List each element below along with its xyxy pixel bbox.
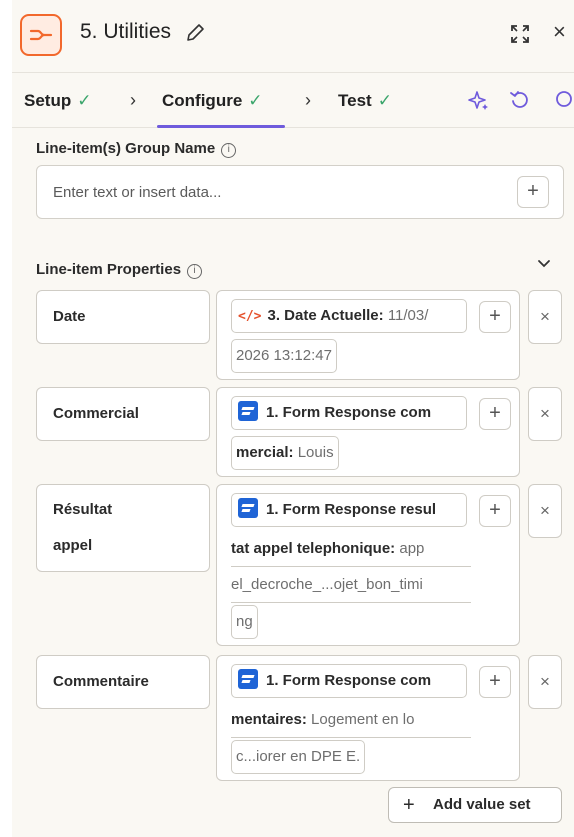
token-value-cont: el_decroche_...ojet_bon_timi (231, 576, 423, 593)
tab-test-label: Test (338, 91, 372, 110)
insert-data-button[interactable]: + (479, 301, 511, 333)
active-tab-indicator (157, 125, 285, 128)
tab-setup-label: Setup (24, 91, 72, 110)
line-item-properties-label: Line-item Properties i (36, 261, 203, 279)
token-value: Louis (297, 444, 334, 461)
insert-data-button[interactable]: + (479, 398, 511, 430)
add-value-set-button[interactable]: + Add value set (388, 787, 562, 823)
token-continuation: 2026 13:12:47 (231, 339, 337, 373)
step-title: 5. Utilities (80, 20, 172, 43)
check-icon: ✓ (377, 91, 392, 110)
tab-setup[interactable]: Setup ✓ (24, 91, 91, 111)
line-item-properties-label-text: Line-item Properties (36, 261, 182, 278)
check-icon: ✓ (248, 91, 263, 110)
token-label-cont: mentaires: (231, 711, 307, 728)
undo-icon[interactable] (509, 89, 531, 111)
token-continuation: mercial: Louis (231, 436, 339, 470)
token-label-cont: tat appel telephonique: (231, 540, 396, 557)
token-value: app (399, 540, 425, 557)
add-value-set-label: Add value set (433, 796, 531, 813)
chevron-right-icon: › (130, 90, 136, 110)
info-icon[interactable]: i (187, 264, 203, 279)
panel-header: 5. Utilities × (12, 0, 574, 72)
form-app-icon (238, 669, 258, 689)
insert-data-button[interactable]: + (479, 666, 511, 698)
tab-test[interactable]: Test ✓ (338, 91, 392, 111)
group-name-placeholder: Enter text or insert data... (53, 184, 222, 201)
property-key-text: Commercial (53, 405, 139, 422)
token-label-cont: mercial: (236, 444, 294, 461)
property-key-date[interactable]: Date (36, 290, 210, 344)
step-tabs: Setup ✓ › Configure ✓ › Test ✓ (12, 72, 574, 128)
property-key-text: Commentaire (53, 673, 149, 690)
property-key-text: Résultat (53, 501, 113, 518)
chevron-right-icon: › (305, 90, 311, 110)
form-app-icon (238, 498, 258, 518)
edit-pencil-icon[interactable] (184, 22, 206, 44)
property-key-text: appel (53, 537, 93, 554)
tab-configure[interactable]: Configure ✓ (162, 91, 263, 111)
group-name-label-text: Line-item(s) Group Name (36, 140, 216, 157)
token-continuation: el_decroche_...ojet_bon_timi (231, 569, 471, 603)
property-key-text: Date (53, 308, 86, 325)
sparkle-ai-icon[interactable] (468, 89, 490, 111)
expand-icon[interactable] (510, 24, 530, 44)
insert-data-button[interactable]: + (479, 495, 511, 527)
property-key-resultat-appel[interactable]: Résultat appel (36, 484, 210, 572)
search-icon[interactable] (552, 89, 574, 111)
token-continuation: c...iorer en DPE E. (231, 740, 366, 774)
tab-configure-label: Configure (162, 91, 243, 110)
token-value-cont: ng (236, 613, 253, 630)
property-value-date[interactable]: </> 3. Date Actuelle: 11/03/ 2026 13:12:4… (216, 290, 520, 380)
delete-row-button[interactable]: × (528, 655, 562, 709)
data-token-date[interactable]: </> 3. Date Actuelle: 11/03/ (231, 299, 467, 333)
property-value-commercial[interactable]: 1. Form Response com mercial: Louis + (216, 387, 520, 477)
chevron-down-icon[interactable] (536, 256, 552, 272)
token-continuation: ng (231, 605, 258, 639)
split-path-icon (29, 29, 53, 41)
token-value: 11/03/ (387, 307, 429, 324)
delete-row-button[interactable]: × (528, 290, 562, 344)
token-value-cont: 2026 13:12:47 (236, 347, 332, 364)
property-key-commercial[interactable]: Commercial (36, 387, 210, 441)
token-label: 3. Date Actuelle: (267, 307, 384, 324)
data-token-commentaire[interactable]: 1. Form Response com (231, 664, 467, 698)
delete-row-button[interactable]: × (528, 387, 562, 441)
info-icon[interactable]: i (221, 143, 237, 158)
insert-data-button[interactable]: + (517, 176, 549, 208)
property-value-resultat-appel[interactable]: 1. Form Response resul tat appel telepho… (216, 484, 520, 646)
data-token-commercial[interactable]: 1. Form Response com (231, 396, 467, 430)
token-value-cont: c...iorer en DPE E. (236, 748, 361, 765)
form-app-icon (238, 401, 258, 421)
utilities-panel: 5. Utilities × Setup ✓ › Configure ✓ › Tes… (12, 0, 574, 837)
token-continuation: mentaires: Logement en lo (231, 704, 471, 738)
group-name-label: Line-item(s) Group Name i (36, 140, 237, 158)
utilities-app-icon (20, 14, 62, 56)
token-label: 1. Form Response com (266, 404, 432, 421)
property-value-commentaire[interactable]: 1. Form Response com mentaires: Logement… (216, 655, 520, 781)
token-value: Logement en lo (311, 711, 415, 728)
token-label: 1. Form Response com (266, 672, 432, 689)
plus-icon: + (403, 794, 415, 816)
check-icon: ✓ (77, 91, 92, 110)
close-icon[interactable]: × (553, 21, 566, 43)
delete-row-button[interactable]: × (528, 484, 562, 538)
code-icon: </> (238, 309, 262, 324)
group-name-input[interactable]: Enter text or insert data... + (36, 165, 564, 219)
property-key-commentaire[interactable]: Commentaire (36, 655, 210, 709)
data-token-resultat[interactable]: 1. Form Response resul (231, 493, 467, 527)
token-continuation: tat appel telephonique: app (231, 533, 471, 567)
token-label: 1. Form Response resul (266, 501, 437, 518)
